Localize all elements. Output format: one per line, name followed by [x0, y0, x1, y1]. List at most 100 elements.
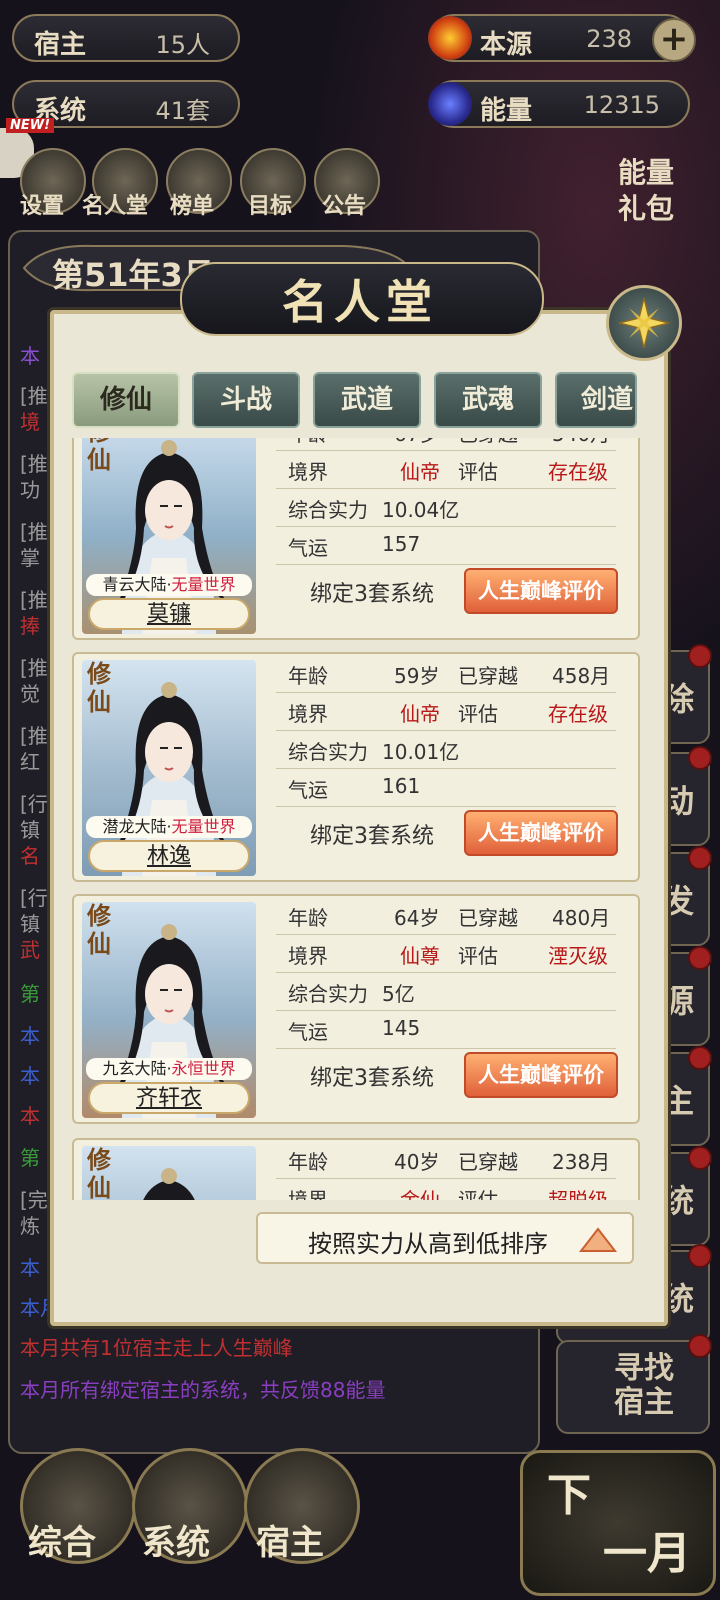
age-label: 年龄	[288, 906, 328, 930]
log-line: 本	[20, 1256, 40, 1280]
bound-systems-text: 绑定3套系统	[310, 824, 434, 849]
realm-label: 境界	[288, 1188, 328, 1200]
host-card[interactable]: 修仙 潜龙大陆·无量世界 林逸 年龄 59岁 已穿越 458月 境界 仙帝 评估…	[72, 652, 640, 882]
menu-goal-label[interactable]: 目标	[248, 188, 292, 220]
realm-value: 仙尊	[400, 944, 440, 968]
side-button[interactable]: 寻找宿主	[556, 1334, 712, 1434]
notification-dot	[688, 946, 712, 970]
realm-label: 境界	[288, 944, 328, 968]
power-value: 10.04亿	[382, 498, 460, 522]
age-label: 年龄	[288, 438, 328, 447]
origin-label: 本源	[480, 30, 533, 60]
triangle-up-icon	[578, 1227, 618, 1252]
menu-settings-label[interactable]: 设置	[20, 188, 64, 220]
tab-douzhan[interactable]: 斗战	[192, 372, 300, 428]
traveled-label: 已穿越	[458, 664, 518, 688]
world-name: 潜龙大陆·	[102, 817, 172, 836]
traveled-value: 540月	[552, 438, 610, 447]
cultivation-tag: 修仙	[87, 902, 111, 958]
energy-value: 12315	[583, 91, 660, 119]
log-line: 本	[20, 344, 40, 368]
log-line: 镇	[20, 912, 40, 936]
luck-label: 气运	[288, 1020, 328, 1044]
traveled-label: 已穿越	[458, 438, 518, 447]
tab-jiandao[interactable]: 剑道	[555, 372, 637, 428]
host-name[interactable]: 林逸	[88, 840, 250, 872]
power-label: 综合实力	[288, 498, 368, 522]
nav-overview-label[interactable]: 综合	[28, 1515, 96, 1564]
log-line: 红	[20, 750, 40, 774]
luck-value: 145	[382, 1016, 421, 1040]
menu-hall-label[interactable]: 名人堂	[82, 188, 148, 220]
menu-ranking-label[interactable]: 榜单	[170, 188, 214, 220]
world-type: 无量世界	[171, 817, 236, 836]
tab-xiuxian[interactable]: 修仙	[72, 372, 180, 428]
power-value: 10.01亿	[382, 740, 460, 764]
side-button-label: 寻找宿主	[614, 1351, 674, 1420]
traveled-value: 458月	[552, 664, 611, 688]
log-line: 本	[20, 1024, 40, 1048]
evaluation-value: 超脱级	[548, 1188, 608, 1200]
sort-button[interactable]: 按照实力从高到低排序	[256, 1212, 634, 1264]
world-name: 青云大陆·	[102, 575, 172, 594]
host-card[interactable]: 修仙 年龄 40岁 已穿越 238月 境界 金仙 评估 超脱级 综合实力 气运	[72, 1138, 640, 1200]
realm-row: 境界 仙尊 评估 湮灭级	[276, 934, 616, 973]
host-value: 15人	[155, 31, 210, 59]
realm-label: 境界	[288, 460, 328, 484]
world-type: 无量世界	[171, 575, 236, 594]
host-card[interactable]: 修仙 九玄大陆·永恒世界 齐轩衣 年龄 64岁 已穿越 480月 境界 仙尊 评…	[72, 894, 640, 1124]
log-line: [推	[20, 724, 48, 748]
peak-evaluation-button[interactable]: 人生巅峰评价	[464, 1052, 618, 1098]
host-portrait[interactable]: 修仙 九玄大陆·永恒世界 齐轩衣	[82, 902, 256, 1118]
close-button[interactable]	[606, 285, 682, 361]
power-row: 综合实力 10.04亿	[276, 488, 616, 527]
evaluation-value: 存在级	[548, 460, 608, 484]
luck-value: 157	[382, 532, 421, 556]
notification-dot	[688, 644, 712, 668]
host-count-pill[interactable]: 宿主 15人	[12, 14, 240, 62]
luck-row: 气运 161	[276, 768, 616, 807]
log-line: 本	[20, 1104, 40, 1128]
notification-dot	[688, 1244, 712, 1268]
host-portrait[interactable]: 修仙 青云大陆·无量世界 莫镰	[82, 438, 256, 634]
host-portrait[interactable]: 修仙 潜龙大陆·无量世界 林逸	[82, 660, 256, 876]
log-line: [推	[20, 656, 48, 680]
sort-label: 按照实力从高到低排序	[308, 1230, 548, 1258]
next-month-button[interactable]: 下 一月	[520, 1450, 716, 1596]
log-line: 武	[20, 938, 40, 962]
tab-wuhun[interactable]: 武魂	[434, 372, 542, 428]
host-world: 九玄大陆·永恒世界	[86, 1058, 252, 1080]
bound-systems-text: 绑定3套系统	[310, 582, 434, 607]
origin-flame-icon	[428, 16, 472, 60]
power-row: 综合实力 5亿	[276, 972, 616, 1011]
luck-row: 气运 145	[276, 1010, 616, 1049]
log-line: 掌	[20, 546, 40, 570]
log-line: 第	[20, 1146, 40, 1170]
peak-evaluation-button[interactable]: 人生巅峰评价	[464, 568, 618, 614]
hall-of-fame-list[interactable]: 修仙 青云大陆·无量世界 莫镰 年龄 67岁 已穿越 540月 境界 仙帝 评估…	[72, 438, 646, 1200]
log-line: 炼	[20, 1214, 40, 1238]
host-world: 青云大陆·无量世界	[86, 574, 252, 596]
nav-system-label[interactable]: 系统	[142, 1515, 210, 1564]
world-type: 永恒世界	[171, 1059, 236, 1078]
evaluation-label: 评估	[458, 944, 498, 968]
cultivation-tag: 修仙	[87, 438, 111, 474]
add-origin-button[interactable]: +	[652, 18, 696, 62]
tab-wudao[interactable]: 武道	[313, 372, 421, 428]
evaluation-label: 评估	[458, 460, 498, 484]
host-card[interactable]: 修仙 青云大陆·无量世界 莫镰 年龄 67岁 已穿越 540月 境界 仙帝 评估…	[72, 438, 640, 640]
realm-label: 境界	[288, 702, 328, 726]
host-name[interactable]: 齐轩衣	[88, 1082, 250, 1114]
peak-evaluation-button[interactable]: 人生巅峰评价	[464, 810, 618, 856]
energy-gift-line1: 能量	[617, 156, 674, 189]
nav-host-label[interactable]: 宿主	[256, 1515, 324, 1564]
menu-announcement-label[interactable]: 公告	[322, 188, 366, 220]
power-value: 5亿	[382, 982, 415, 1006]
traveled-label: 已穿越	[458, 906, 518, 930]
host-world: 潜龙大陆·无量世界	[86, 816, 252, 838]
cultivation-tag: 修仙	[87, 1146, 111, 1200]
luck-label: 气运	[288, 778, 328, 802]
host-portrait[interactable]: 修仙	[82, 1146, 256, 1200]
host-name[interactable]: 莫镰	[88, 598, 250, 630]
realm-value: 仙帝	[400, 702, 440, 726]
